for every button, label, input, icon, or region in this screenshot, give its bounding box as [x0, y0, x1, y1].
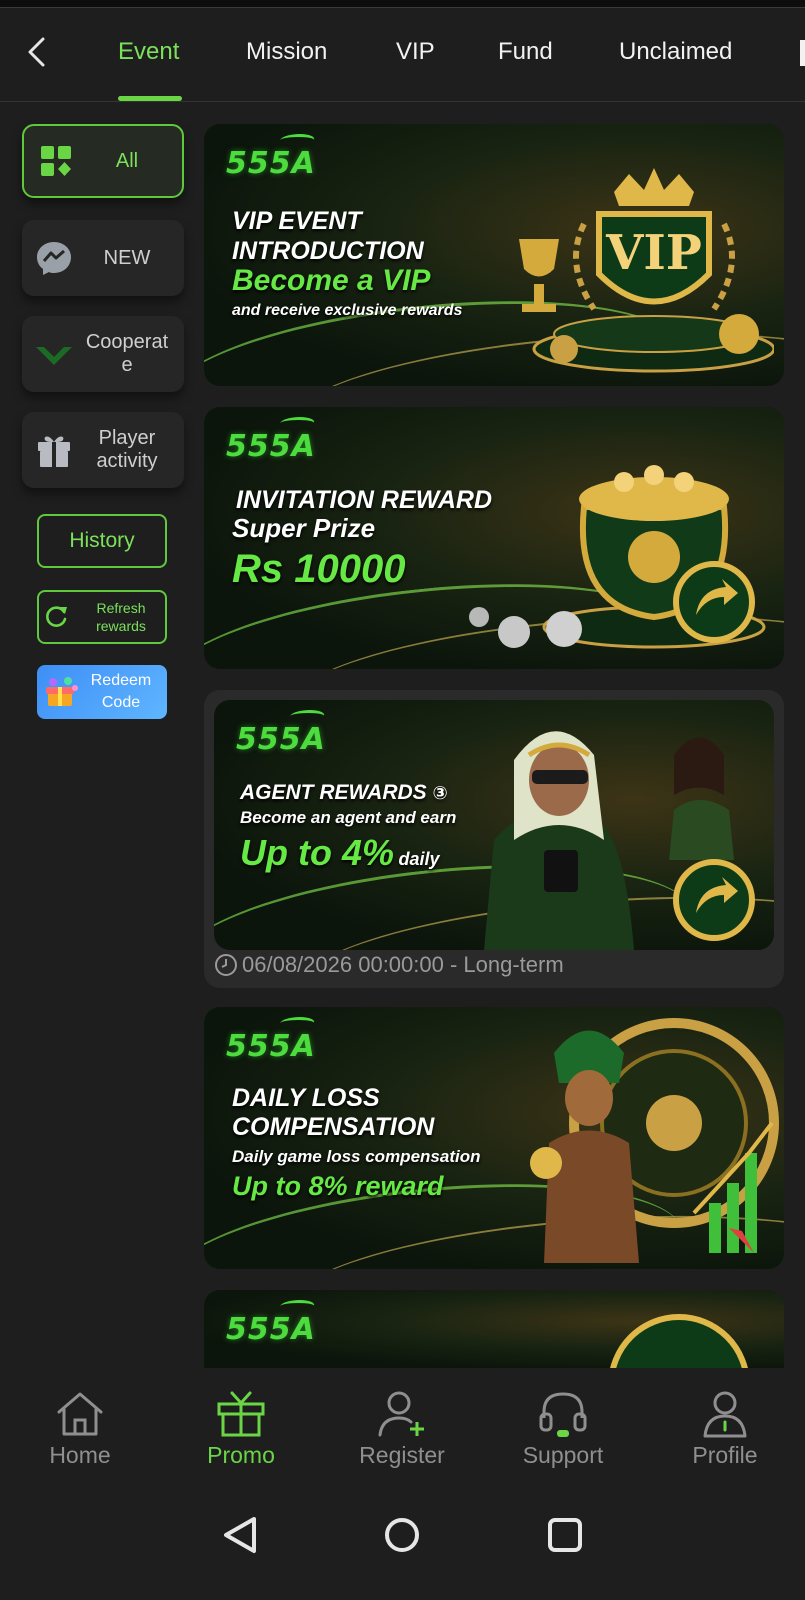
- refresh-rewards-label: Refresh rewards: [96, 600, 146, 634]
- gift-icon: [217, 1391, 265, 1437]
- sidebar-item-label: Player activity: [96, 427, 158, 472]
- banner-title: AGENT REWARDS ③: [240, 781, 448, 804]
- nav-support-label: Support: [522, 1442, 604, 1468]
- grid-apps-icon: [34, 139, 78, 183]
- nav-promo[interactable]: Promo: [176, 1390, 306, 1469]
- circle-home-icon: [385, 1518, 419, 1552]
- brand-logo: 555A: [226, 134, 317, 181]
- tab-vip[interactable]: VIP: [396, 38, 435, 66]
- nav-home-label: Home: [49, 1442, 111, 1468]
- banner-highlight: Up to 4% daily: [240, 832, 440, 873]
- promo-banner-daily-loss[interactable]: 555A DAILY LOSS COMPENSATION Daily game …: [204, 1007, 784, 1269]
- banner-highlight: Up to 8% reward: [232, 1171, 444, 1201]
- treasure-pot-art: [469, 465, 766, 649]
- banner-title-2: INTRODUCTION: [232, 237, 424, 265]
- banner-highlight: Become a VIP: [232, 264, 431, 297]
- nav-support[interactable]: Support: [498, 1390, 628, 1469]
- system-recents-button[interactable]: [540, 1510, 590, 1560]
- headset-icon: [539, 1392, 587, 1437]
- gift-colorful-icon: [46, 677, 78, 706]
- promo-banner-partial[interactable]: 555A: [204, 1290, 784, 1368]
- banner-subtitle: Super Prize: [232, 513, 376, 543]
- coin-art: [610, 1314, 748, 1368]
- gift-box-icon: [32, 428, 76, 472]
- promo-banner-invitation-reward[interactable]: 555A INVITATION REWARD Super Prize Rs 10…: [204, 407, 784, 669]
- banner-subtitle: Daily game loss compensation: [232, 1147, 481, 1166]
- history-button[interactable]: History: [37, 514, 167, 568]
- system-back-button[interactable]: [215, 1510, 265, 1560]
- clock-icon: [215, 954, 237, 976]
- svg-text:VIP: VIP: [605, 225, 702, 281]
- brand-logo: 555A: [226, 417, 317, 464]
- top-tab-bar: Event Mission VIP Fund Unclaimed: [0, 8, 805, 102]
- brand-logo: 555A: [236, 710, 327, 757]
- system-home-button[interactable]: [377, 1510, 427, 1560]
- tab-event[interactable]: Event: [118, 38, 179, 66]
- brand-logo: 555A: [226, 1017, 317, 1064]
- promo-banner-agent-rewards[interactable]: 555A AGENT REWARDS ③ Become an agent and…: [214, 700, 774, 950]
- tab-overflow-indicator: [800, 40, 805, 66]
- refresh-icon: [46, 606, 67, 627]
- brand-logo: 555A: [226, 1300, 317, 1347]
- nav-promo-label: Promo: [207, 1442, 275, 1468]
- sidebar-item-label: NEW: [103, 246, 151, 269]
- active-tab-indicator: [118, 96, 182, 101]
- triangle-back-icon: [224, 1517, 256, 1553]
- banner-prize-amount: Rs 10000: [232, 547, 406, 591]
- sidebar-item-cooperate[interactable]: Cooperat e: [22, 316, 184, 392]
- sidebar-item-all[interactable]: All: [22, 124, 184, 198]
- nav-home[interactable]: Home: [15, 1390, 145, 1469]
- tab-unclaimed[interactable]: Unclaimed: [619, 38, 732, 66]
- system-navigation-bar: [0, 1480, 805, 1600]
- sidebar-item-label: All: [115, 149, 139, 172]
- promo-banner-vip-event[interactable]: 555A VIP EVENT INTRODUCTION Become a VIP…: [204, 124, 784, 386]
- redeem-code-button[interactable]: Redeem Code: [37, 665, 167, 719]
- nav-register[interactable]: Register: [337, 1390, 467, 1469]
- profile-icon: [703, 1391, 747, 1438]
- status-bar-strip: [0, 0, 805, 8]
- redeem-code-label: Redeem Code: [90, 672, 152, 711]
- nav-profile[interactable]: Profile: [660, 1390, 790, 1469]
- green-chevron-icon: [32, 332, 76, 376]
- sidebar-item-player-activity[interactable]: Player activity: [22, 412, 184, 488]
- bottom-navigation: Home Promo Register Support Profile: [0, 1368, 805, 1480]
- agent-character-art: [484, 731, 755, 950]
- banner-title-2: COMPENSATION: [232, 1113, 435, 1141]
- add-user-icon: [378, 1391, 424, 1437]
- messenger-icon: [32, 236, 76, 280]
- tab-mission[interactable]: Mission: [246, 38, 327, 66]
- banner-subtitle: and receive exclusive rewards: [232, 302, 463, 319]
- sidebar-item-label: Cooperat e: [85, 331, 169, 376]
- banner-subtitle: Become an agent and earn: [240, 808, 457, 827]
- warrior-wheel-art: [530, 1018, 779, 1263]
- promo-date-text: 06/08/2026 00:00:00 - Long-term: [242, 952, 564, 977]
- banner-title: VIP EVENT: [232, 207, 362, 235]
- tab-fund[interactable]: Fund: [498, 38, 553, 66]
- nav-register-label: Register: [359, 1442, 445, 1468]
- chevron-left-icon: [28, 37, 45, 67]
- promo-date-range: 06/08/2026 00:00:00 - Long-term: [214, 952, 564, 978]
- banner-title: INVITATION REWARD: [236, 486, 493, 514]
- vip-shield-trophy-art: VIP: [519, 168, 774, 373]
- refresh-rewards-button[interactable]: Refresh rewards: [37, 590, 167, 644]
- square-recents-icon: [548, 1518, 582, 1552]
- home-icon: [57, 1392, 103, 1436]
- sidebar-item-new[interactable]: NEW: [22, 220, 184, 296]
- banner-title: DAILY LOSS: [232, 1084, 380, 1112]
- nav-profile-label: Profile: [692, 1442, 758, 1468]
- back-button[interactable]: [18, 32, 54, 72]
